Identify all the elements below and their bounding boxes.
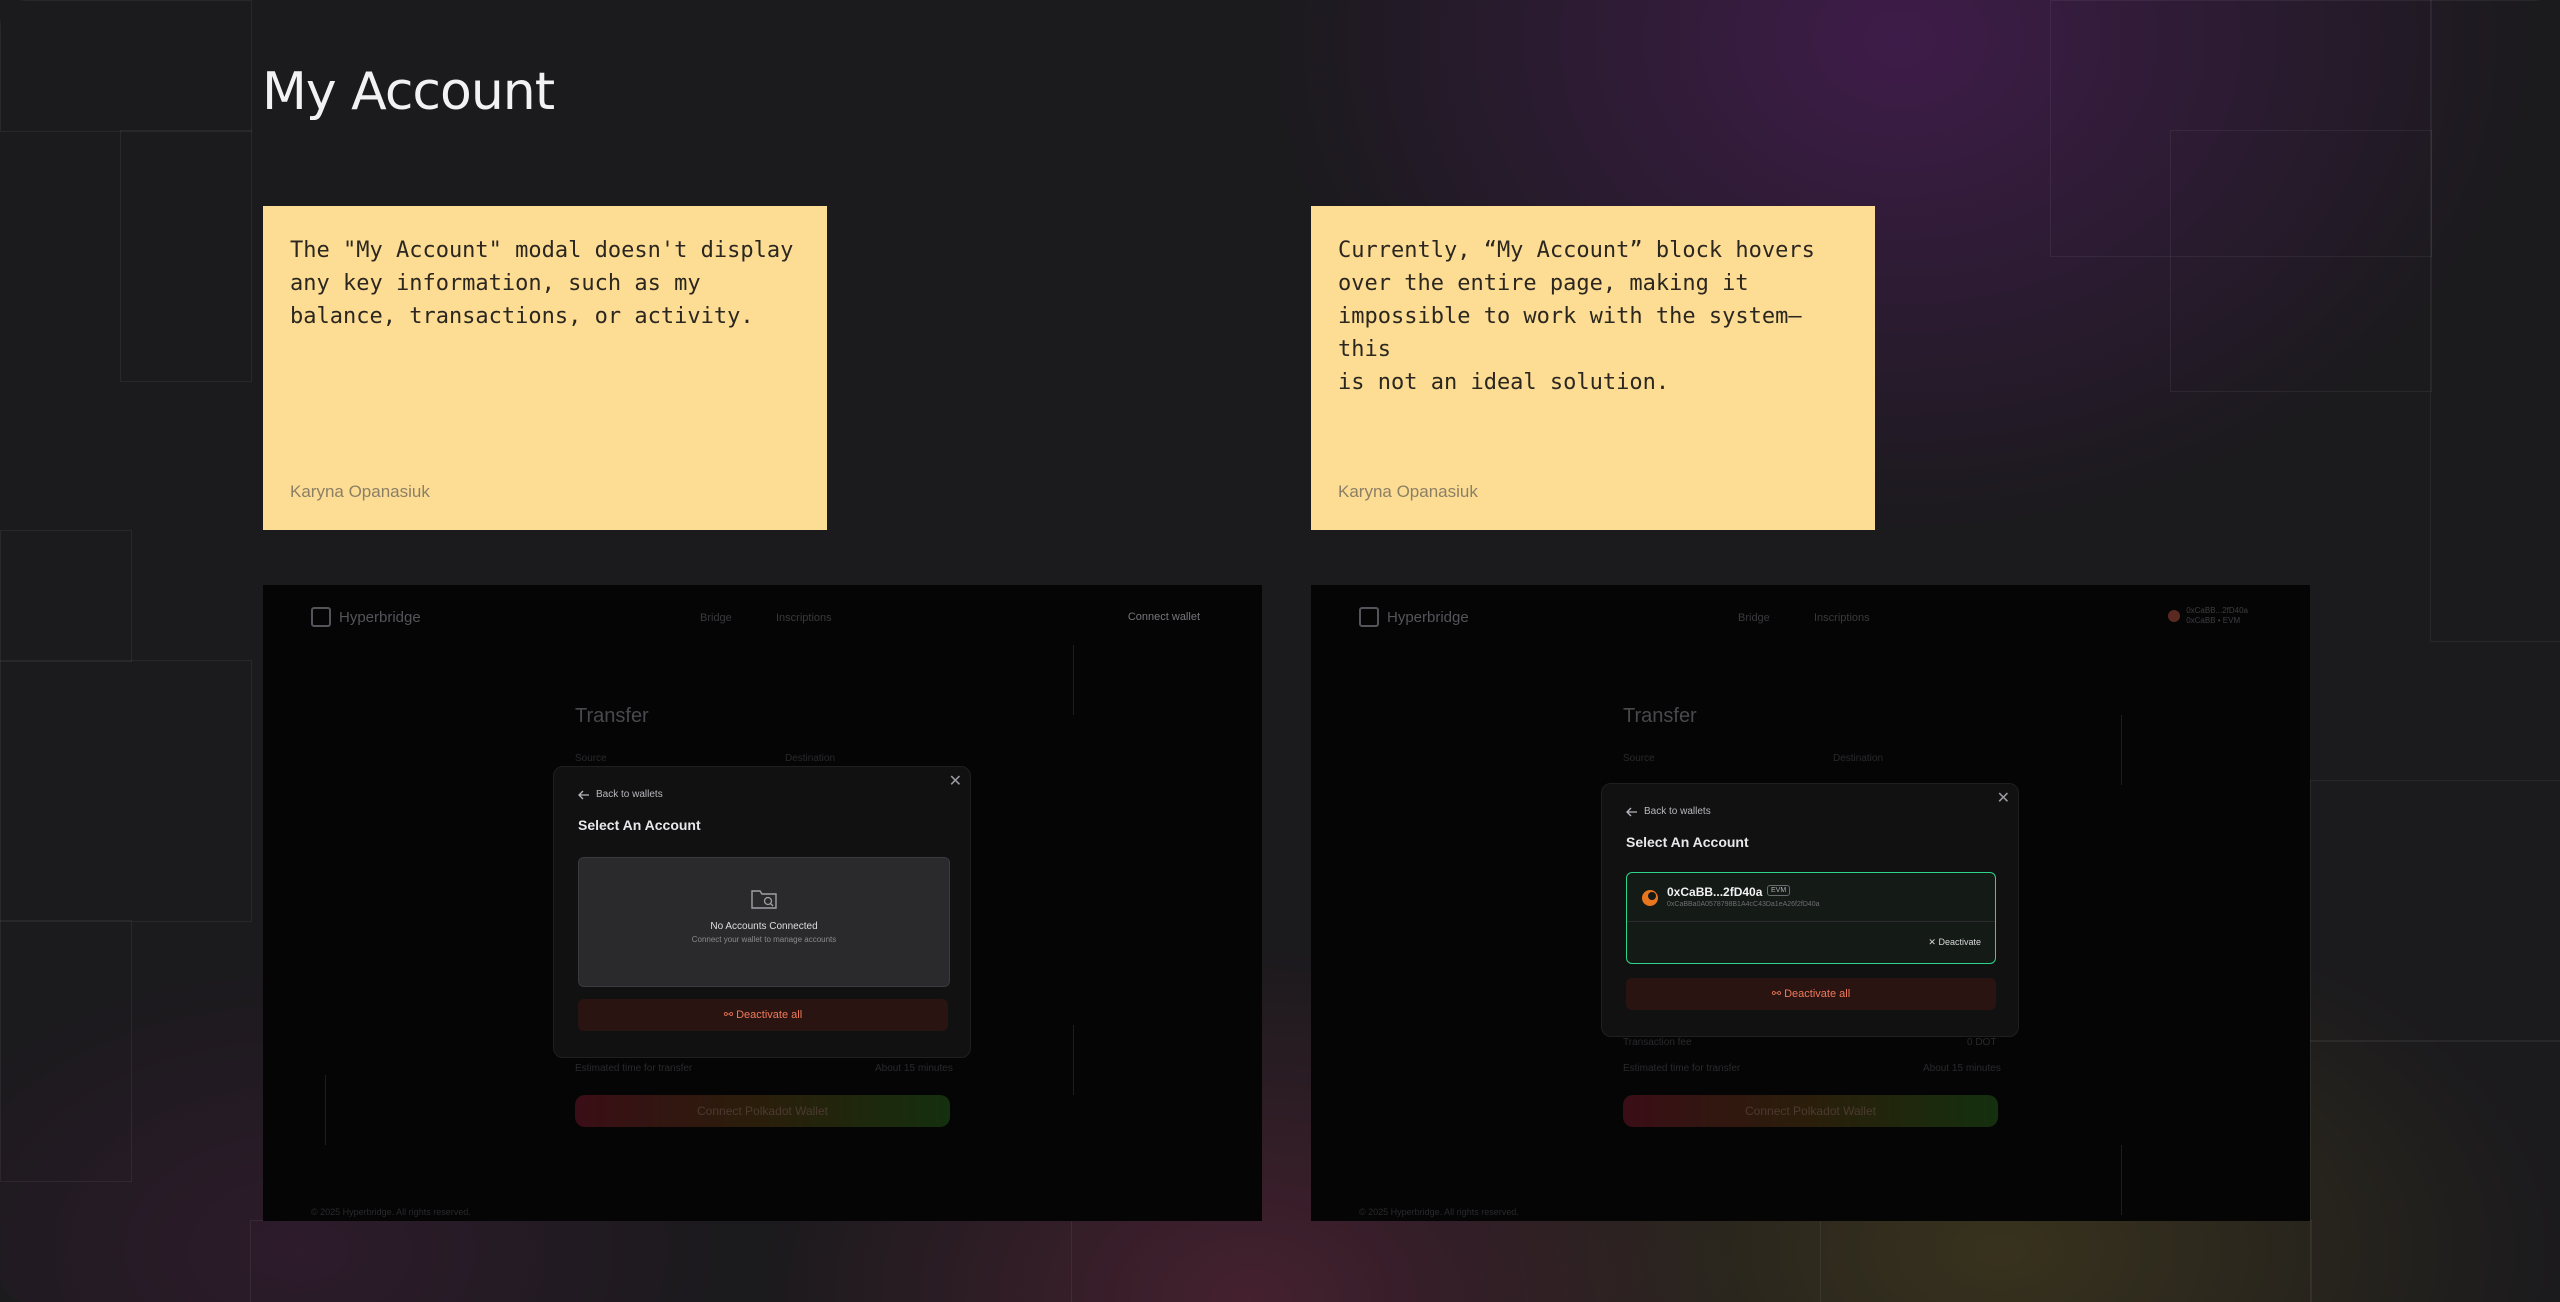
account-full-address: 0xCaBBa0A0578798B1A4cC43Da1eA26f2fD40a — [1667, 901, 1820, 908]
transaction-fee-label: Transaction fee — [1623, 1037, 1692, 1048]
deactivate-all-label: Deactivate all — [736, 1009, 803, 1021]
select-account-modal: ✕ Back to wallets Select An Account 0xCa… — [1601, 783, 2019, 1037]
back-to-wallets-link[interactable]: Back to wallets — [578, 789, 663, 800]
back-label: Back to wallets — [1644, 806, 1711, 817]
hyperbridge-logo-icon — [311, 607, 331, 627]
estimated-time-label: Estimated time for transfer — [575, 1063, 693, 1074]
close-icon[interactable]: ✕ — [1997, 788, 2010, 808]
wallet-address: 0xCaBB...2fD40a — [2186, 606, 2248, 615]
empty-state: No Accounts Connected Connect your walle… — [578, 857, 950, 987]
note-text: The "My Account" modal doesn't display a… — [290, 238, 794, 329]
transaction-fee-value: 0 DOT — [1967, 1037, 1997, 1048]
source-label: Source — [575, 753, 607, 764]
connect-wallet-link[interactable]: Connect wallet — [1128, 611, 1200, 623]
arrow-left-icon — [1626, 807, 1637, 816]
deactivate-all-button[interactable]: ⚯ Deactivate all — [1626, 978, 1996, 1010]
folder-search-icon — [751, 890, 777, 909]
transfer-title: Transfer — [575, 705, 649, 727]
hyperbridge-logo-icon — [1359, 607, 1379, 627]
wallet-sub: 0xCaBB • EVM — [2186, 616, 2241, 625]
evm-badge: EVM — [1767, 885, 1791, 896]
page-title: My Account — [262, 62, 555, 122]
estimated-time-value: About 15 minutes — [1923, 1063, 2001, 1074]
top-nav: Hyperbridge Bridge Inscriptions Connect … — [263, 585, 1262, 645]
deactivate-button[interactable]: ✕ Deactivate — [1928, 937, 1981, 948]
metamask-fox-icon — [1642, 890, 1658, 906]
wallet-avatar — [2168, 610, 2181, 622]
connect-polkadot-button[interactable]: Connect Polkadot Wallet — [1623, 1095, 1998, 1127]
empty-title: No Accounts Connected — [710, 921, 818, 932]
note-text: Currently, “My Account” block hovers ove… — [1338, 238, 1815, 395]
nav-bridge[interactable]: Bridge — [700, 612, 732, 624]
divider — [1627, 921, 1995, 922]
arrow-left-icon — [578, 790, 589, 799]
transfer-title: Transfer — [1623, 705, 1697, 727]
footer-copyright: © 2025 Hyperbridge. All rights reserved. — [1359, 1207, 1519, 1217]
deactivate-label: Deactivate — [1938, 937, 1981, 947]
close-icon: ✕ — [1928, 937, 1939, 947]
back-label: Back to wallets — [596, 789, 663, 800]
nav-inscriptions[interactable]: Inscriptions — [1814, 612, 1870, 624]
estimated-time-label: Estimated time for transfer — [1623, 1063, 1741, 1074]
source-label: Source — [1623, 753, 1655, 764]
sticky-note-1: The "My Account" modal doesn't display a… — [263, 206, 827, 530]
unlink-icon: ⚯ — [723, 1009, 737, 1021]
deactivate-all-button[interactable]: ⚯ Deactivate all — [578, 999, 948, 1031]
destination-label: Destination — [785, 753, 836, 764]
modal-heading: Select An Account — [1626, 834, 1749, 850]
unlink-icon: ⚯ — [1771, 988, 1785, 1000]
screenshot-account-selected: Hyperbridge Bridge Inscriptions 0xCaBB..… — [1311, 585, 2310, 1221]
brand-name: Hyperbridge — [1387, 608, 1469, 626]
back-to-wallets-link[interactable]: Back to wallets — [1626, 806, 1711, 817]
account-name: 0xCaBB...2fD40a — [1667, 885, 1763, 899]
wallet-chip[interactable]: 0xCaBB...2fD40a 0xCaBB • EVM — [2168, 606, 2248, 626]
select-account-modal: ✕ Back to wallets Select An Account No A… — [553, 766, 971, 1058]
modal-heading: Select An Account — [578, 817, 701, 833]
account-card[interactable]: 0xCaBB...2fD40a EVM 0xCaBBa0A0578798B1A4… — [1626, 872, 1996, 964]
sticky-note-2: Currently, “My Account” block hovers ove… — [1311, 206, 1875, 530]
close-icon[interactable]: ✕ — [949, 771, 962, 791]
destination-label: Destination — [1833, 753, 1884, 764]
brand-name: Hyperbridge — [339, 608, 421, 626]
footer-copyright: © 2025 Hyperbridge. All rights reserved. — [311, 1207, 471, 1217]
note-author: Karyna Opanasiuk — [290, 482, 430, 501]
deactivate-all-label: Deactivate all — [1784, 988, 1851, 1000]
screenshot-no-accounts: Hyperbridge Bridge Inscriptions Connect … — [263, 585, 1262, 1221]
note-author: Karyna Opanasiuk — [1338, 482, 1478, 501]
brand-logo: Hyperbridge — [311, 607, 421, 627]
brand-logo: Hyperbridge — [1359, 607, 1469, 627]
empty-subtitle: Connect your wallet to manage accounts — [691, 935, 837, 944]
top-nav: Hyperbridge Bridge Inscriptions 0xCaBB..… — [1311, 585, 2310, 645]
estimated-time-value: About 15 minutes — [875, 1063, 953, 1074]
connect-polkadot-button[interactable]: Connect Polkadot Wallet — [575, 1095, 950, 1127]
nav-bridge[interactable]: Bridge — [1738, 612, 1770, 624]
nav-inscriptions[interactable]: Inscriptions — [776, 612, 832, 624]
